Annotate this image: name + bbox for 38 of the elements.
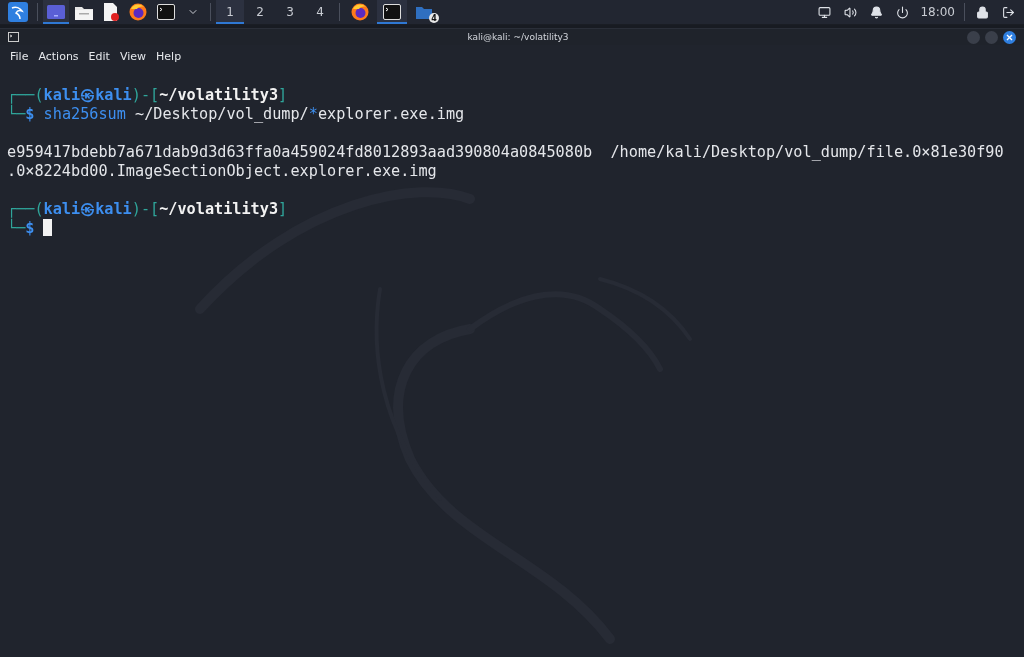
menu-item[interactable]: File: [6, 47, 33, 65]
menu-item[interactable]: Actions: [34, 47, 83, 65]
logout-icon: [1001, 5, 1015, 19]
workspace-tab[interactable]: 2: [246, 0, 274, 24]
fox-globe-icon: [351, 3, 369, 21]
terminal-icon: [8, 32, 19, 42]
task-button[interactable]: [377, 0, 407, 24]
power-icon: [895, 5, 909, 19]
fox-globe-icon: [129, 3, 147, 21]
count-badge: 4: [429, 13, 439, 23]
terminal-line: .0×8224bd00.ImageSectionObject.explorer.exe.img: [7, 162, 437, 180]
terminal-line: ┌──(kali㉿kali)-[~/volatility3]: [7, 200, 288, 218]
workspace-tab[interactable]: 3: [276, 0, 304, 24]
workspace-tab[interactable]: 1: [216, 0, 244, 24]
bell-icon: [869, 5, 883, 19]
monitor-icon: [817, 5, 831, 19]
task-button[interactable]: 4: [409, 0, 439, 24]
menu-item[interactable]: View: [115, 47, 151, 65]
terminal-line: ┌──(kali㉿kali)-[~/volatility3]: [7, 86, 288, 104]
close-icon: [1006, 33, 1013, 41]
menu-item[interactable]: Help: [152, 47, 186, 65]
terminal-icon: [157, 4, 175, 20]
terminal-icon: [383, 4, 401, 20]
volume-icon: [843, 5, 857, 19]
desktop-icon: [47, 5, 65, 19]
clock: 18:00: [919, 5, 956, 19]
window-title: kali@kali: ~/volatility3: [466, 32, 570, 42]
terminal-line: └─$ sha256sum ~/Desktop/vol_dump/*explorer.exe.img: [7, 105, 465, 123]
close-button[interactable]: [1003, 30, 1016, 44]
folder-icon: [75, 4, 93, 20]
dragon-logo-icon: [8, 2, 28, 22]
terminal-line: └─$: [7, 219, 35, 237]
folder-icon: [416, 5, 432, 19]
menu-item[interactable]: Edit: [84, 47, 114, 65]
workspace-tab[interactable]: 4: [306, 0, 334, 24]
lock-icon: [975, 5, 989, 19]
terminal-line: e959417bdebb7a671dab9d3d63ffa0a459024fd8012893aad390804a0845080b /home/kali/Desktop/vol_dump/file.0×81e30f90: [7, 143, 1004, 161]
text-file-icon: [103, 3, 119, 21]
